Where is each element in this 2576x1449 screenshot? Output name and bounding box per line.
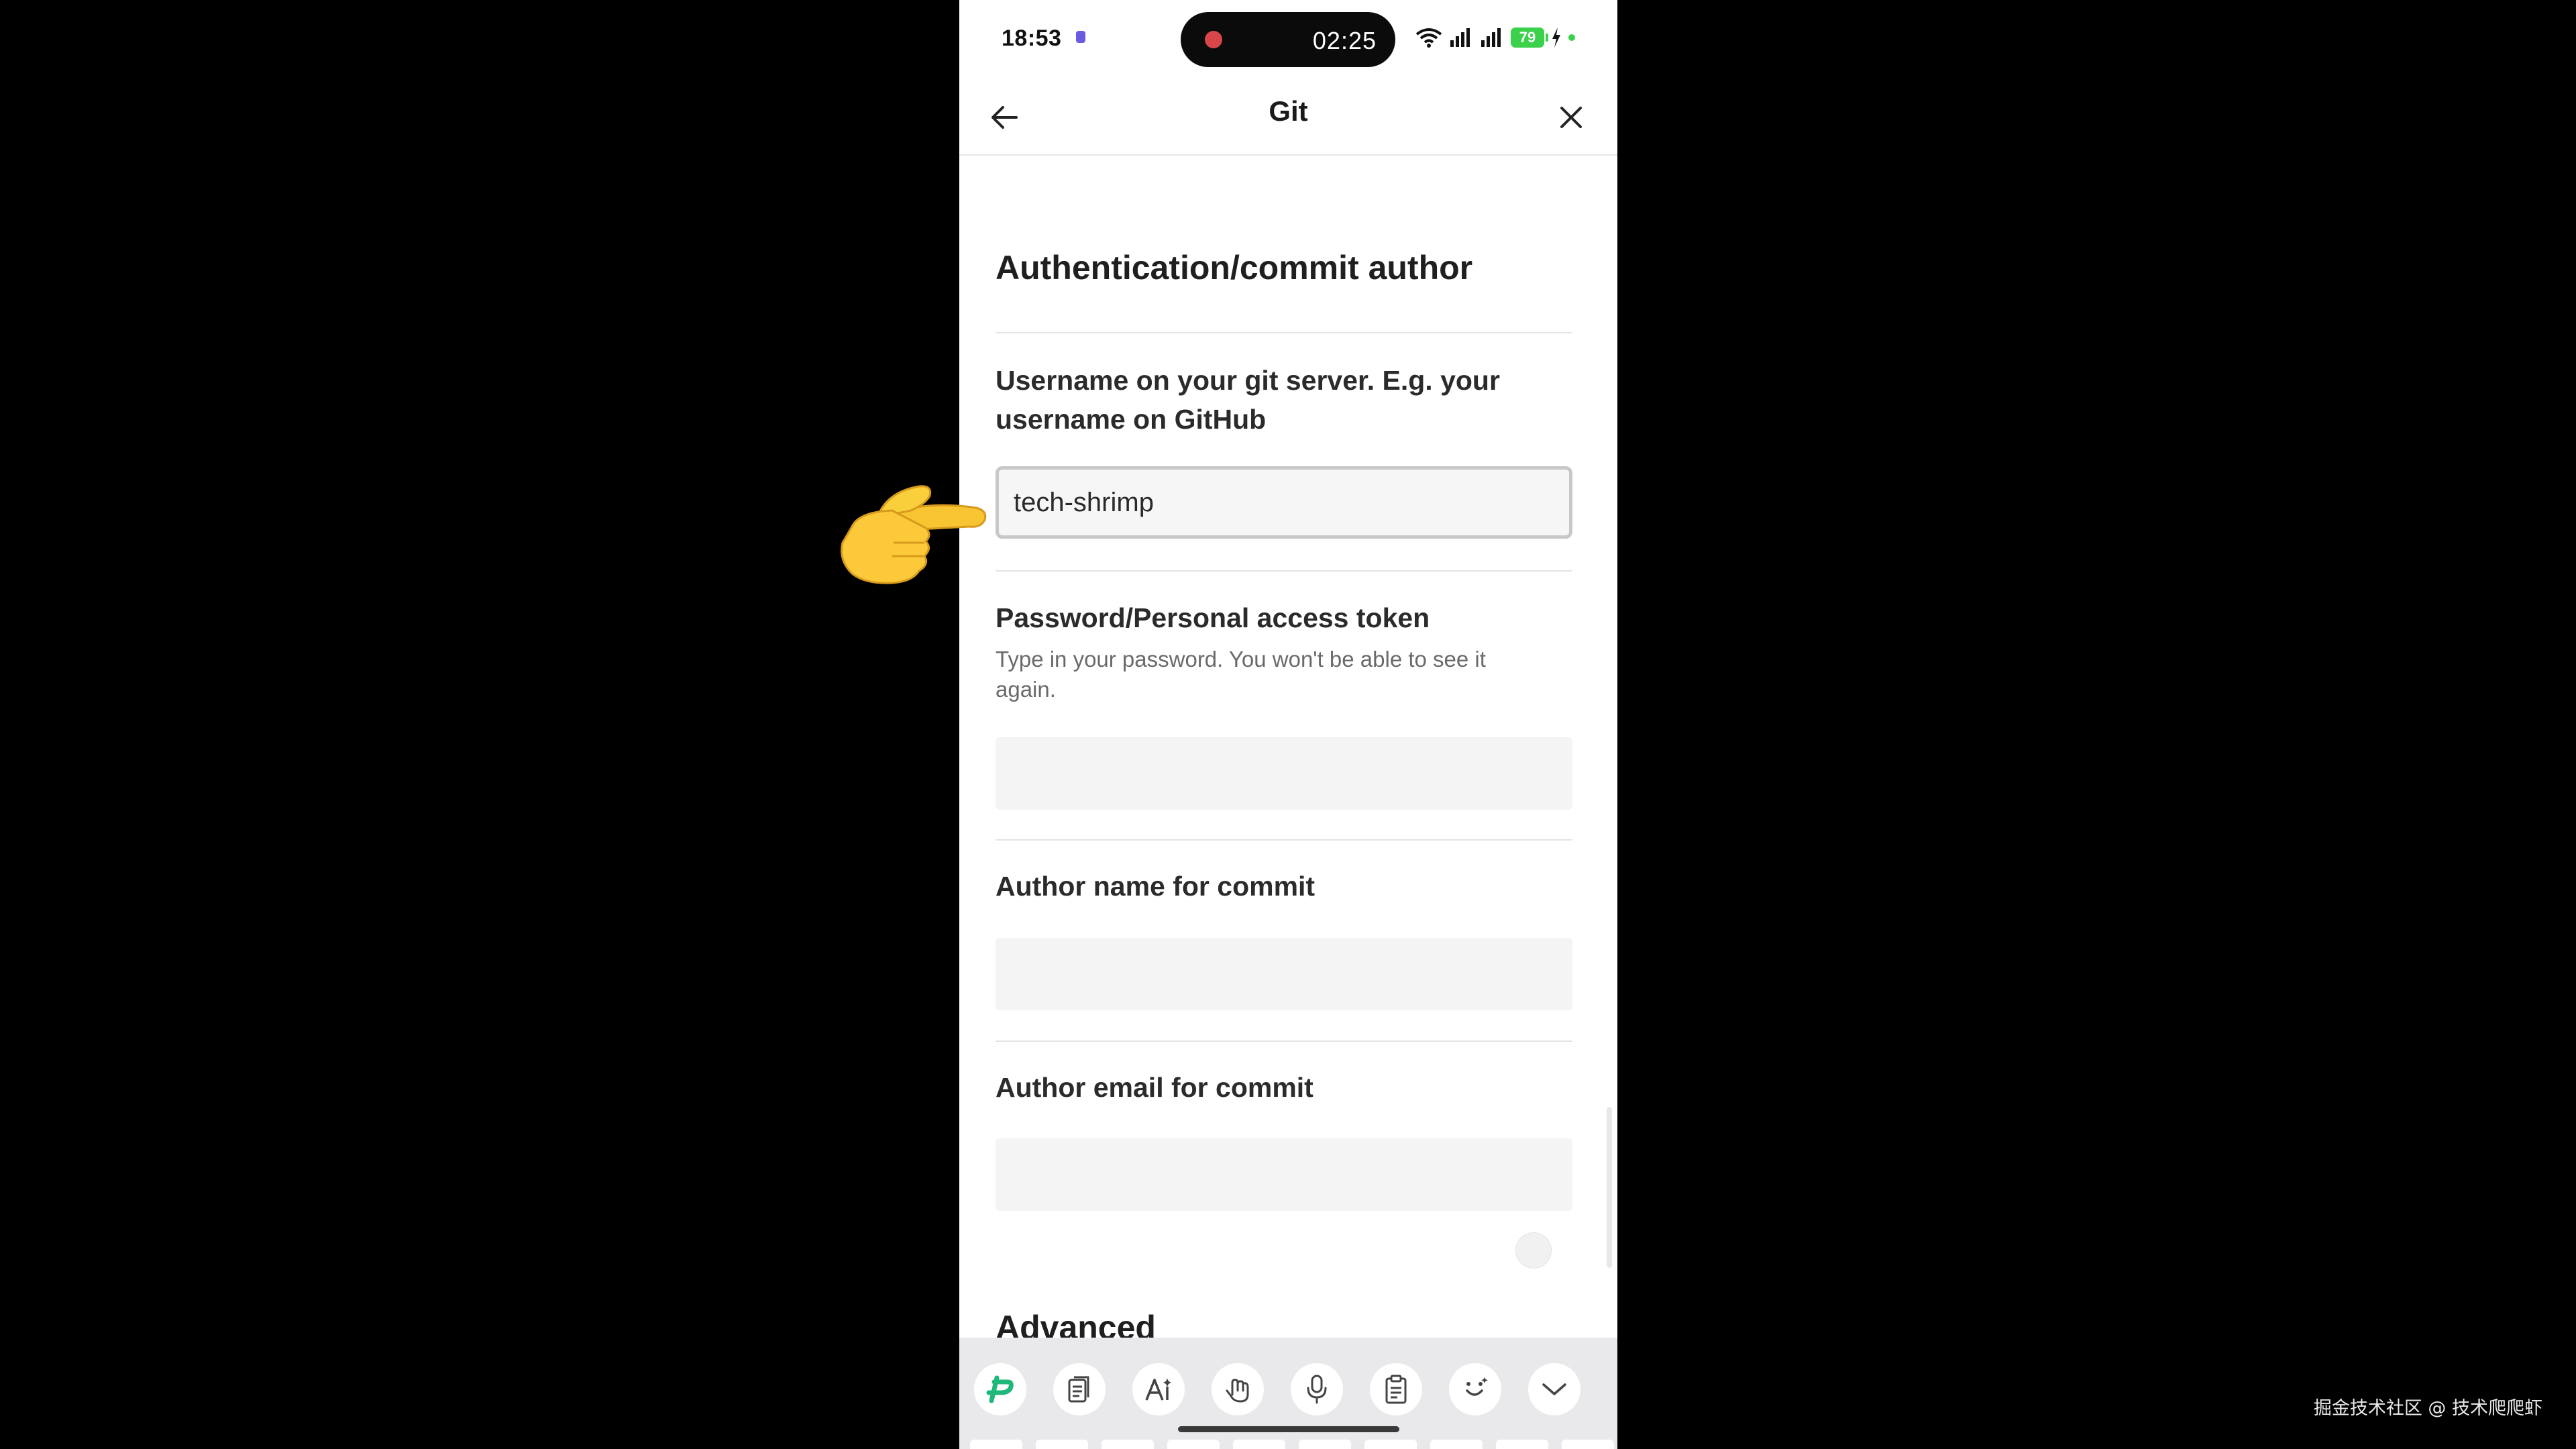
handwriting-button[interactable]	[1212, 1363, 1264, 1415]
collapse-keyboard-button[interactable]	[1528, 1363, 1580, 1415]
author-name-input[interactable]	[996, 938, 1572, 1010]
battery-icon: 79	[1511, 28, 1548, 48]
author-email-label: Author email for commit	[996, 1072, 1313, 1103]
ai-text-button[interactable]	[1132, 1363, 1185, 1415]
divider	[996, 570, 1572, 572]
handwriting-icon	[1226, 1379, 1249, 1403]
clipboard-button[interactable]	[1370, 1363, 1422, 1415]
password-input[interactable]	[996, 737, 1572, 810]
section-heading: Authentication/commit author	[996, 249, 1473, 286]
wifi-icon	[1415, 28, 1442, 48]
system-icons: 79	[1415, 24, 1575, 51]
author-name-label: Author name for commit	[996, 871, 1316, 902]
divider	[996, 1040, 1572, 1042]
microphone-button[interactable]	[1291, 1363, 1343, 1415]
watermark: 掘金技术社区 @ 技术爬爬虾	[2313, 1398, 2542, 1419]
clipboard-icon	[1385, 1375, 1407, 1404]
emoji-icon	[1466, 1377, 1488, 1396]
app-notification-icon	[1076, 31, 1085, 43]
app-bar: Git	[959, 79, 1617, 156]
collapse-chevron-icon	[1542, 1383, 1566, 1395]
password-hint: Type in your password. You won't be able…	[996, 647, 1486, 702]
microphone-icon	[1307, 1375, 1327, 1404]
keyboard-key[interactable]	[1430, 1440, 1483, 1449]
keyboard-key[interactable]	[1233, 1440, 1285, 1449]
close-icon	[1560, 107, 1582, 128]
keyboard-key[interactable]	[970, 1440, 1022, 1449]
username-input[interactable]: tech-shrimp	[996, 466, 1572, 539]
divider	[996, 332, 1572, 333]
keyboard-key[interactable]	[1036, 1440, 1088, 1449]
switch-thumb[interactable]	[1515, 1232, 1552, 1269]
keyboard-logo-icon	[986, 1375, 1014, 1403]
emoji-button[interactable]	[1449, 1363, 1501, 1415]
recording-dot-icon	[1205, 31, 1222, 48]
screen-recording-pill[interactable]: 02:25	[1181, 12, 1395, 67]
scrollbar[interactable]	[1607, 1107, 1612, 1268]
clipboard-doc-icon	[1068, 1376, 1089, 1403]
keyboard-key[interactable]	[1496, 1440, 1548, 1449]
keyboard-keys-row	[970, 1440, 1614, 1449]
page-title: Git	[1269, 95, 1308, 127]
status-bar: 18:53 02:25 79	[959, 0, 1617, 79]
keyboard-key[interactable]	[1167, 1440, 1220, 1449]
recording-timer: 02:25	[1312, 27, 1377, 54]
clipboard-doc-button[interactable]	[1053, 1363, 1106, 1415]
keyboard-key[interactable]	[1562, 1440, 1614, 1449]
divider	[996, 839, 1572, 841]
cellular-5g-icon	[1481, 28, 1501, 47]
home-indicator[interactable]	[1178, 1426, 1399, 1432]
status-time: 18:53	[1002, 25, 1062, 51]
keyboard-key[interactable]	[1364, 1440, 1417, 1449]
phone-screen: 18:53 02:25 79 Git Authentication/commit…	[959, 0, 1617, 1449]
privacy-dot-icon	[1568, 34, 1575, 41]
close-button[interactable]	[1550, 97, 1592, 138]
keyboard-logo-button[interactable]	[974, 1363, 1026, 1415]
author-email-input[interactable]	[996, 1138, 1572, 1211]
password-label: Password/Personal access token	[996, 602, 1430, 633]
charging-bolt-icon	[1552, 28, 1560, 48]
keyboard-key[interactable]	[1299, 1440, 1351, 1449]
cellular-4g-icon	[1450, 28, 1470, 47]
keyboard-toolbar	[959, 1338, 1617, 1449]
ai-text-icon	[1145, 1379, 1171, 1401]
username-label: Username on your git server. E.g. your u…	[996, 365, 1500, 435]
keyboard-key[interactable]	[1102, 1440, 1154, 1449]
pointing-hand-emoji	[841, 485, 987, 584]
